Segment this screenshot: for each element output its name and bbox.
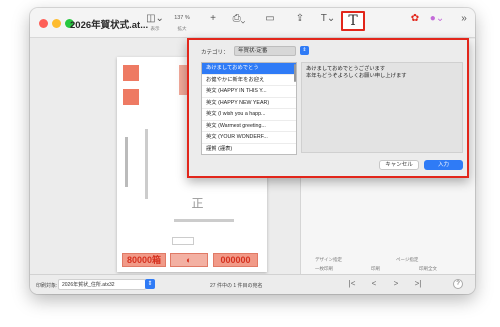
print-all-label: 印刷全文: [419, 266, 437, 271]
chevron-updown-icon[interactable]: ⇕: [300, 46, 309, 55]
zoom-label: 拡大: [177, 26, 187, 31]
page-setting-label: ページ指定: [396, 257, 419, 262]
sender-box: [172, 237, 194, 245]
toolbar-display-button[interactable]: ◫⌄ 表示: [144, 12, 166, 36]
toolbar-text-menu[interactable]: T⌄: [317, 12, 339, 36]
list-item[interactable]: 謹賀 (謹表): [202, 144, 296, 155]
chevron-updown-icon[interactable]: ⇕: [145, 279, 155, 289]
single-print-label: 一枚印刷: [315, 266, 333, 271]
toolbar-print-button[interactable]: ⎙⌄: [228, 12, 250, 36]
recipient-char: 正: [190, 197, 204, 217]
address-line: [125, 137, 128, 187]
sidebar-icon: ◫⌄: [146, 13, 164, 24]
overflow-icon: »: [461, 13, 467, 24]
list-item[interactable]: あけましておめでとう: [202, 63, 296, 75]
list-item[interactable]: 英文 (Warmest greeting...: [202, 121, 296, 132]
zip-code-right: 000000: [213, 253, 258, 267]
preview-line: 本年もどうぞよろしくお願い申し上げます: [306, 73, 407, 79]
new-year-stamp: ◐: [170, 253, 208, 267]
design-setting-label: デザイン指定: [315, 257, 342, 262]
text-insert-button[interactable]: T: [341, 11, 365, 31]
greeting-text-popup: カテゴリ： 年賀状-定番 ⇕ あけましておめでとう お健やかに新年をお迎え 英文…: [187, 38, 469, 178]
print-target-select[interactable]: 2026年賀状_住所.atx32: [58, 279, 146, 290]
preview-line: あけましておめでとうございます: [306, 66, 386, 72]
toolbar-zoom-control[interactable]: 137 % 拡大: [171, 12, 193, 36]
category-select[interactable]: 年賀状-定番: [234, 46, 296, 56]
list-item[interactable]: 英文 (YOUR WONDERF...: [202, 132, 296, 144]
toolbar-image-button[interactable]: ▭: [262, 12, 278, 36]
first-record-button[interactable]: |<: [346, 278, 358, 290]
insert-button[interactable]: 入力: [424, 160, 463, 170]
toolbar-stamp-button[interactable]: ✿: [408, 12, 422, 36]
toolbar-overflow-button[interactable]: »: [458, 12, 470, 36]
text-menu-letter: T: [320, 13, 327, 24]
display-label: 表示: [150, 26, 160, 31]
image-icon: ▭: [265, 13, 275, 24]
postage-stamp-box: [123, 89, 139, 105]
help-icon[interactable]: ?: [453, 279, 463, 289]
minimize-window-button[interactable]: [52, 19, 61, 28]
zoom-value: 137 %: [174, 15, 190, 21]
plus-icon: +: [210, 13, 216, 24]
name-line: [174, 219, 234, 222]
stamp-icon: ✿: [410, 13, 420, 24]
list-scrollbar[interactable]: [294, 64, 296, 82]
category-label: カテゴリ：: [201, 50, 229, 56]
list-item[interactable]: 英文 (I wish you a happ...: [202, 109, 296, 121]
close-window-button[interactable]: [39, 19, 48, 28]
print-label: 印刷: [371, 266, 380, 271]
status-bar: 印刷対象: 2026年賀状_住所.atx32 ⇕ 27 件中の 1 件目の宛名 …: [30, 274, 475, 294]
address-line: [145, 129, 148, 199]
list-item[interactable]: 英文 (HAPPY NEW YEAR): [202, 98, 296, 109]
next-record-button[interactable]: >: [390, 278, 402, 290]
last-record-button[interactable]: >|: [412, 278, 424, 290]
prev-record-button[interactable]: <: [368, 278, 380, 290]
list-item[interactable]: お健やかに新年をお迎え: [202, 75, 296, 86]
toolbar-share-button[interactable]: ⇪: [292, 12, 308, 36]
text-menu-icon: T⌄: [320, 13, 336, 24]
list-item[interactable]: 英文 (HAPPY IN THIS Y...: [202, 86, 296, 98]
cancel-button[interactable]: キャンセル: [379, 160, 419, 170]
toolbar-add-button[interactable]: +: [206, 12, 220, 36]
share-icon: ⇪: [295, 13, 305, 24]
record-status: 27 件中の 1 件目の宛名: [210, 283, 263, 289]
title-bar: 2026年賀状式.at... ◫⌄ 表示 137 % 拡大 + ⎙⌄ ▭ ⇪ T…: [30, 8, 475, 38]
printer-icon: ⎙⌄: [232, 13, 246, 24]
color-wheel-icon: ●⌄: [429, 13, 445, 24]
zip-code-left: 80000箱: [122, 253, 166, 267]
toolbar-color-button[interactable]: ●⌄: [427, 12, 447, 36]
greeting-list[interactable]: あけましておめでとう お健やかに新年をお迎え 英文 (HAPPY IN THIS…: [201, 62, 297, 155]
print-target-label: 印刷対象:: [36, 283, 58, 289]
greeting-preview: あけましておめでとうございます 本年もどうぞよろしくお願い申し上げます: [301, 62, 463, 153]
window-title: 2026年賀状式.at...: [70, 20, 149, 31]
postage-stamp-box: [123, 65, 139, 81]
